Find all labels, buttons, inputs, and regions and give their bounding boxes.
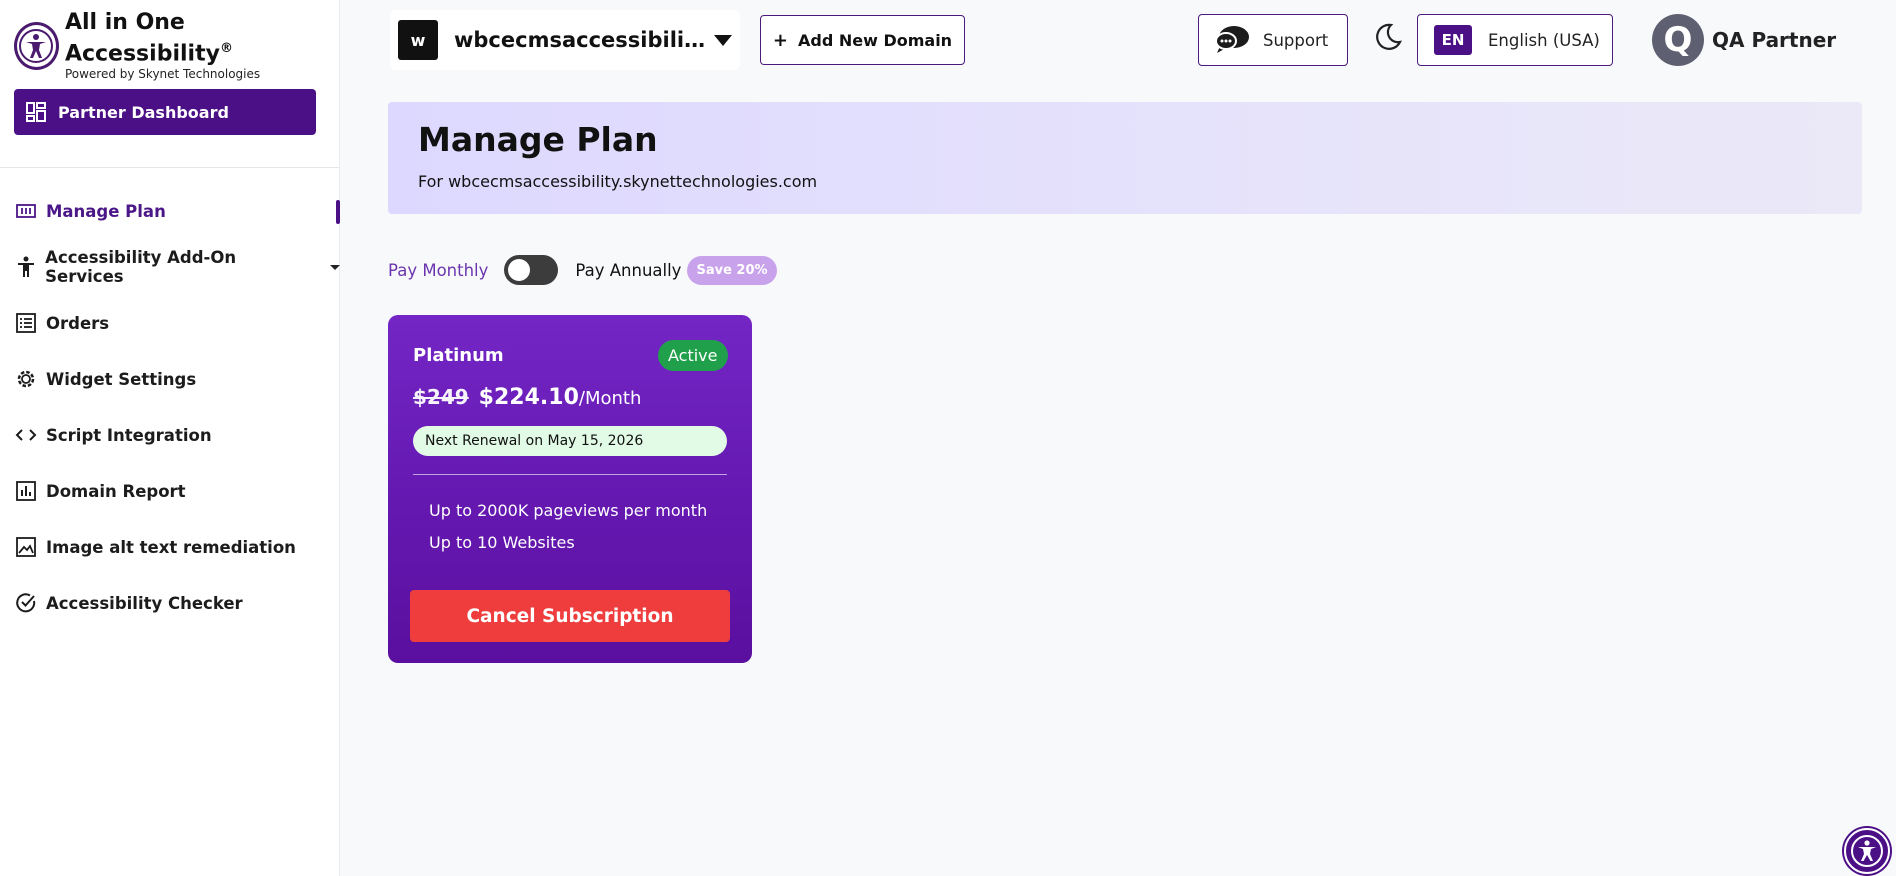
discounted-price: $224.10 [478,385,579,410]
price-row: $249 $224.10 /Month [413,385,641,410]
code-icon [15,424,37,446]
check-circle-icon [15,592,37,614]
sidebar-item-widget-settings[interactable]: Widget Settings [0,351,340,407]
sidebar-item-label: Manage Plan [46,201,166,221]
sidebar-item-image-alt-text[interactable]: Image alt text remediation [0,519,340,575]
partner-dashboard-label: Partner Dashboard [58,102,229,122]
add-new-domain-button[interactable]: + Add New Domain [760,15,965,65]
image-icon [15,536,37,558]
plan-name: Platinum [413,345,504,366]
orders-list-icon [15,312,37,334]
status-badge: Active [658,340,728,371]
renewal-date: Next Renewal on May 15, 2026 [413,426,727,456]
sidebar: All in One Accessibility® Powered by Sky… [0,0,340,876]
chevron-down-icon[interactable] [330,264,340,270]
caret-down-icon [714,34,732,46]
toggle-knob [508,259,531,281]
sidebar-item-add-on-services[interactable]: Accessibility Add-On Services [0,239,340,295]
page-header-banner: Manage Plan For wbcecmsaccessibility.sky… [388,102,1862,214]
card-divider [413,474,727,475]
sidebar-item-label: Domain Report [46,481,186,501]
sidebar-item-domain-report[interactable]: Domain Report [0,463,340,519]
sidebar-item-label: Orders [46,313,110,333]
brand-subtitle: Powered by Skynet Technologies [64,67,261,82]
plan-feature: Up to 2000K pageviews per month [429,501,708,520]
original-price: $249 [413,385,469,409]
domain-name: wbcecmsaccessibility.skynettechnologies.… [454,28,706,52]
domain-selector[interactable]: w wbcecmsaccessibility.skynettechnologie… [390,10,740,70]
user-name: QA Partner [1712,28,1837,52]
plan-icon [15,200,37,222]
sidebar-item-label: Script Integration [46,425,212,445]
brand-logo-block[interactable]: All in One Accessibility® Powered by Sky… [14,10,339,81]
sidebar-item-accessibility-checker[interactable]: Accessibility Checker [0,575,340,631]
bar-chart-icon [15,480,37,502]
support-label: Support [1263,30,1329,50]
price-period: /Month [578,388,642,409]
gear-icon [15,368,37,390]
save-badge: Save 20% [687,255,777,285]
billing-cycle-toggle[interactable] [504,255,559,285]
avatar: Q [1652,14,1704,66]
page-title: Manage Plan [418,120,658,159]
partner-dashboard-button[interactable]: Partner Dashboard [14,89,316,135]
language-selector[interactable]: EN English (USA) [1417,14,1613,66]
accessibility-logo-icon [14,21,59,70]
page-subtitle: For wbcecmsaccessibility.skynettechnolog… [418,172,818,191]
plus-icon: + [772,29,788,51]
dashboard-grid-icon [26,102,46,122]
user-menu[interactable]: Q QA Partner [1652,14,1836,66]
sidebar-item-manage-plan[interactable]: Manage Plan [0,183,340,239]
add-new-domain-label: Add New Domain [798,30,953,50]
plan-card: Platinum Active $249 $224.10 /Month Next… [388,315,752,663]
pay-annually-label[interactable]: Pay Annually [575,261,681,280]
sidebar-divider [0,167,340,168]
plan-feature: Up to 10 Websites [429,533,575,552]
brand-title: All in One Accessibility® [64,10,233,67]
sidebar-item-label: Widget Settings [46,369,197,389]
sidebar-item-script-integration[interactable]: Script Integration [0,407,340,463]
domain-badge: w [398,20,438,60]
cancel-subscription-button[interactable]: Cancel Subscription [410,590,730,642]
support-button[interactable]: Support [1198,14,1348,66]
language-code-badge: EN [1434,25,1472,55]
chat-support-icon [1215,26,1249,53]
billing-cycle-toggle-row: Pay Monthly Pay Annually Save 20% [388,254,777,286]
sidebar-item-label: Accessibility Add-On Services [45,248,237,286]
sidebar-item-orders[interactable]: Orders [0,295,340,351]
dark-mode-moon-icon[interactable] [1373,22,1403,52]
language-label: English (USA) [1488,30,1600,50]
active-indicator [336,200,340,224]
sidebar-item-label: Accessibility Checker [46,593,243,613]
pay-monthly-label[interactable]: Pay Monthly [388,261,488,280]
sidebar-item-label: Image alt text remediation [46,537,296,557]
accessibility-person-icon [15,256,36,278]
sidebar-nav: Manage Plan Accessibility Add-On Service… [0,183,340,631]
accessibility-widget-icon[interactable] [1844,828,1890,874]
